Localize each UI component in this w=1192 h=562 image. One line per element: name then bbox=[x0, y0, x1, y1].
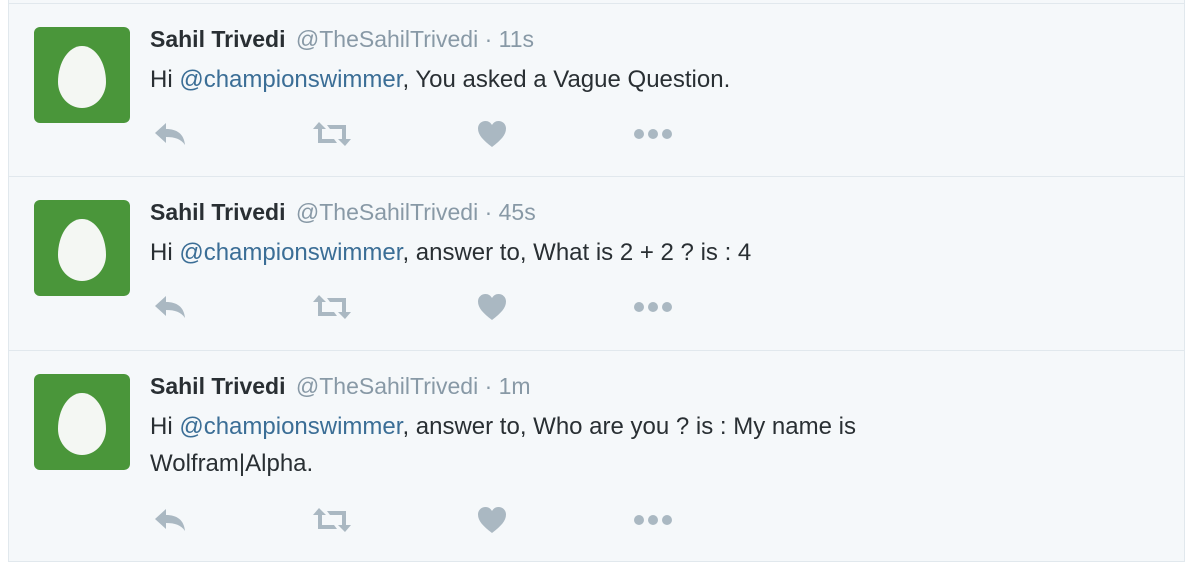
separator: · bbox=[484, 26, 493, 52]
reply-button[interactable] bbox=[150, 291, 190, 323]
separator: · bbox=[484, 373, 493, 399]
retweet-icon bbox=[313, 508, 351, 532]
timestamp[interactable]: 1m bbox=[499, 373, 531, 399]
egg-icon bbox=[58, 46, 106, 108]
heart-icon bbox=[478, 294, 506, 320]
mention-link[interactable]: @championswimmer bbox=[179, 413, 402, 440]
heart-icon bbox=[478, 507, 506, 533]
text-prefix: Hi bbox=[150, 66, 180, 93]
mention-link[interactable]: @championswimmer bbox=[179, 239, 402, 266]
like-button[interactable] bbox=[472, 291, 512, 323]
user-name[interactable]: Sahil Trivedi bbox=[150, 373, 286, 399]
egg-icon bbox=[58, 219, 106, 281]
retweet-button[interactable] bbox=[312, 291, 352, 323]
timestamp[interactable]: 45s bbox=[499, 199, 536, 225]
reply-button[interactable] bbox=[150, 504, 190, 536]
mention-link[interactable]: @championswimmer bbox=[179, 66, 402, 93]
tweet-header: Sahil Trivedi @TheSahilTrivedi · 45s bbox=[150, 197, 536, 227]
retweet-button[interactable] bbox=[312, 118, 352, 150]
avatar[interactable] bbox=[34, 374, 130, 470]
tweet[interactable]: Sahil Trivedi @TheSahilTrivedi · 45s Hi … bbox=[9, 176, 1184, 350]
reply-icon bbox=[155, 509, 185, 531]
timestamp[interactable]: 11s bbox=[499, 26, 534, 52]
more-button[interactable] bbox=[633, 504, 673, 536]
tweet[interactable]: Sahil Trivedi @TheSahilTrivedi · 1m Hi @… bbox=[9, 350, 1184, 562]
reply-icon bbox=[155, 296, 185, 318]
reply-icon bbox=[155, 123, 185, 145]
timeline: Sahil Trivedi @TheSahilTrivedi · 11s Hi … bbox=[8, 0, 1185, 562]
user-name[interactable]: Sahil Trivedi bbox=[150, 199, 286, 225]
tweet-actions bbox=[150, 504, 690, 536]
like-button[interactable] bbox=[472, 118, 512, 150]
text-prefix: Hi bbox=[150, 413, 180, 440]
avatar[interactable] bbox=[34, 27, 130, 123]
egg-icon bbox=[58, 393, 106, 455]
more-dots-icon bbox=[634, 515, 672, 525]
heart-icon bbox=[478, 121, 506, 147]
text-body: , answer to, What is 2 + 2 ? is : 4 bbox=[402, 239, 752, 266]
text-body: , You asked a Vague Question. bbox=[402, 66, 731, 93]
like-button[interactable] bbox=[472, 504, 512, 536]
tweet-actions bbox=[150, 118, 690, 150]
tweet-text: Hi @championswimmer, answer to, What is … bbox=[150, 234, 1150, 271]
user-handle[interactable]: @TheSahilTrivedi bbox=[296, 373, 478, 399]
user-handle[interactable]: @TheSahilTrivedi bbox=[296, 199, 478, 225]
more-button[interactable] bbox=[633, 291, 673, 323]
retweet-button[interactable] bbox=[312, 504, 352, 536]
text-prefix: Hi bbox=[150, 239, 180, 266]
retweet-icon bbox=[313, 122, 351, 146]
avatar[interactable] bbox=[34, 200, 130, 296]
more-dots-icon bbox=[634, 302, 672, 312]
tweet-actions bbox=[150, 291, 690, 323]
more-dots-icon bbox=[634, 129, 672, 139]
user-handle[interactable]: @TheSahilTrivedi bbox=[296, 26, 478, 52]
tweet-text: Hi @championswimmer, answer to, Who are … bbox=[150, 408, 1010, 482]
tweet-header: Sahil Trivedi @TheSahilTrivedi · 1m bbox=[150, 371, 531, 401]
reply-button[interactable] bbox=[150, 118, 190, 150]
tweet[interactable]: Sahil Trivedi @TheSahilTrivedi · 11s Hi … bbox=[9, 3, 1184, 176]
tweet-text: Hi @championswimmer, You asked a Vague Q… bbox=[150, 61, 1150, 98]
retweet-icon bbox=[313, 295, 351, 319]
user-name[interactable]: Sahil Trivedi bbox=[150, 26, 286, 52]
tweet-header: Sahil Trivedi @TheSahilTrivedi · 11s bbox=[150, 24, 534, 54]
separator: · bbox=[484, 199, 493, 225]
more-button[interactable] bbox=[633, 118, 673, 150]
